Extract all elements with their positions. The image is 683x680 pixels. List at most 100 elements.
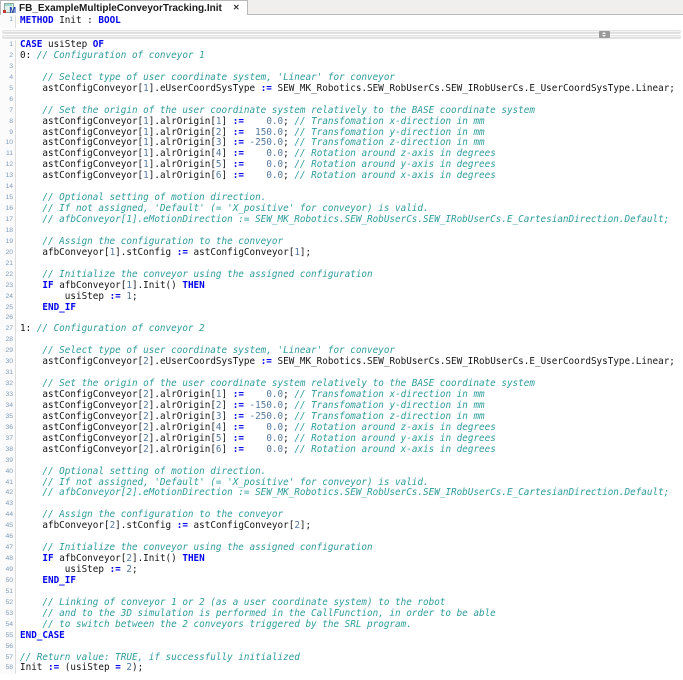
code-line[interactable]: 20: // Configuration of conveyor 1: [0, 51, 683, 62]
token: THEN: [182, 553, 204, 564]
code-line[interactable]: 20 afbConveyor[1].stConfig := astConfigC…: [0, 248, 683, 259]
st-editor-window: M FB_ExampleMultipleConveyorTracking.Ini…: [0, 0, 683, 674]
token: ].alrOrigin[: [149, 148, 216, 159]
token: [20, 608, 42, 619]
code-line[interactable]: 25 END_IF: [0, 303, 683, 314]
line-number: 49: [0, 565, 16, 576]
code-line[interactable]: 49 usiStep := 2;: [0, 565, 683, 576]
token: 2: [121, 662, 132, 673]
code-line[interactable]: 271: // Configuration of conveyor 2: [0, 324, 683, 335]
token: :=: [261, 356, 272, 367]
code-line[interactable]: 5 astConfigConveyor[1].eUserCoordSysType…: [0, 84, 683, 95]
token: astConfigConveyor[: [20, 137, 143, 148]
token: ]: [222, 433, 233, 444]
splitter-collapse-control[interactable]: [599, 31, 610, 38]
line-number: 48: [0, 554, 16, 565]
token: // Configuration of conveyor 2: [37, 323, 205, 334]
token: 0.0: [244, 433, 283, 444]
token: // Rotation around x-axis in degrees: [294, 444, 496, 455]
token: // Select type of user coordinate system…: [42, 345, 395, 356]
token: // Rotation around y-axis in degrees: [294, 433, 496, 444]
code-line[interactable]: 45 afbConveyor[2].stConfig := astConfigC…: [0, 521, 683, 532]
token: usiStep: [42, 39, 92, 50]
line-number: 40: [0, 467, 16, 478]
line-number: 16: [0, 204, 16, 215]
token: ].alrOrigin[: [149, 159, 216, 170]
code-line[interactable]: 55END_CASE: [0, 631, 683, 642]
token: // Set the origin of the user coordinate…: [42, 105, 535, 116]
token: 0.0: [244, 422, 283, 433]
token: ]: [222, 422, 233, 433]
token: 2: [121, 564, 132, 575]
line-number: 58: [0, 663, 16, 674]
line-number: 12: [0, 160, 16, 171]
token: ;: [283, 389, 294, 400]
token: // Transfomation y-direction in mm: [294, 400, 484, 411]
token: [20, 487, 42, 498]
code-line[interactable]: 58Init := (usiStep = 2);: [0, 663, 683, 674]
tab-title: FB_ExampleMultipleConveyorTracking.Init: [19, 3, 222, 14]
line-number: 17: [0, 215, 16, 226]
splitter-bar-top[interactable]: [2, 30, 681, 34]
token: ].alrOrigin[: [149, 422, 216, 433]
code-line[interactable]: 17 // afbConveyor[1].eMotionDirection :=…: [0, 215, 683, 226]
token: astConfigConveyor[: [20, 170, 143, 181]
token: astConfigConveyor[: [20, 411, 143, 422]
splitter-bar-bottom[interactable]: [2, 35, 681, 39]
document-tab[interactable]: M FB_ExampleMultipleConveyorTracking.Ini…: [0, 0, 248, 15]
token: astConfigConveyor[: [20, 422, 143, 433]
token: ]: [222, 127, 233, 138]
close-icon[interactable]: ✕: [233, 4, 240, 12]
line-number: 4: [0, 73, 16, 84]
token: ;: [283, 422, 294, 433]
line-number: 11: [0, 149, 16, 160]
token: ;: [283, 159, 294, 170]
line-number: 52: [0, 598, 16, 609]
declaration-splitter[interactable]: [0, 28, 683, 40]
token: ;: [283, 127, 294, 138]
token: astConfigConveyor[: [20, 356, 143, 367]
code-line[interactable]: 54 // to switch between the 2 conveyors …: [0, 620, 683, 631]
token: // Transfomation y-direction in mm: [294, 127, 484, 138]
token: ].alrOrigin[: [149, 444, 216, 455]
code-text: // afbConveyor[1].eMotionDirection := SE…: [16, 215, 669, 226]
line-number: 47: [0, 543, 16, 554]
token: ].eUserCoordSysType: [149, 83, 261, 94]
token: [20, 203, 42, 214]
code-line[interactable]: 1METHOD Init : BOOL: [0, 15, 683, 28]
token: // Transfomation z-direction in mm: [294, 411, 484, 422]
token: afbConveyor[: [54, 553, 127, 564]
method-icon: M: [3, 2, 16, 14]
code-line[interactable]: 38 astConfigConveyor[2].alrOrigin[6] := …: [0, 445, 683, 456]
token: [20, 236, 42, 247]
line-number: 46: [0, 532, 16, 543]
token: :=: [110, 291, 121, 302]
line-number: 29: [0, 346, 16, 357]
code-line[interactable]: 50 END_IF: [0, 576, 683, 587]
token: usiStep: [20, 291, 110, 302]
token: // Rotation around z-axis in degrees: [294, 148, 496, 159]
token: END_IF: [42, 575, 76, 586]
token: Init: [20, 662, 48, 673]
code-line[interactable]: 30 astConfigConveyor[2].eUserCoordSysTyp…: [0, 357, 683, 368]
declaration-pane[interactable]: 1METHOD Init : BOOL: [0, 15, 683, 28]
line-number: 14: [0, 182, 16, 193]
token: // Transfomation x-direction in mm: [294, 389, 484, 400]
code-line[interactable]: 42 // afbConveyor[2].eMotionDirection :=…: [0, 488, 683, 499]
code-line[interactable]: 13 astConfigConveyor[1].alrOrigin[6] := …: [0, 171, 683, 182]
token: Init :: [54, 15, 99, 26]
code-text: astConfigConveyor[2].eUserCoordSysType :…: [16, 357, 675, 368]
token: // If not assigned, 'Default' (= 'X_posi…: [42, 203, 428, 214]
token: // Rotation around y-axis in degrees: [294, 159, 496, 170]
line-number: 42: [0, 488, 16, 499]
token: astConfigConveyor[: [20, 159, 143, 170]
code-editor[interactable]: 1CASE usiStep OF20: // Configuration of …: [0, 40, 683, 674]
token: astConfigConveyor[: [20, 83, 143, 94]
line-number: 43: [0, 499, 16, 510]
code-line[interactable]: 24 usiStep := 1;: [0, 292, 683, 303]
line-number: 6: [0, 95, 16, 106]
token: // afbConveyor[2].eMotionDirection := SE…: [42, 487, 669, 498]
token: [20, 302, 42, 313]
line-number: 55: [0, 631, 16, 642]
token: ]: [222, 170, 233, 181]
